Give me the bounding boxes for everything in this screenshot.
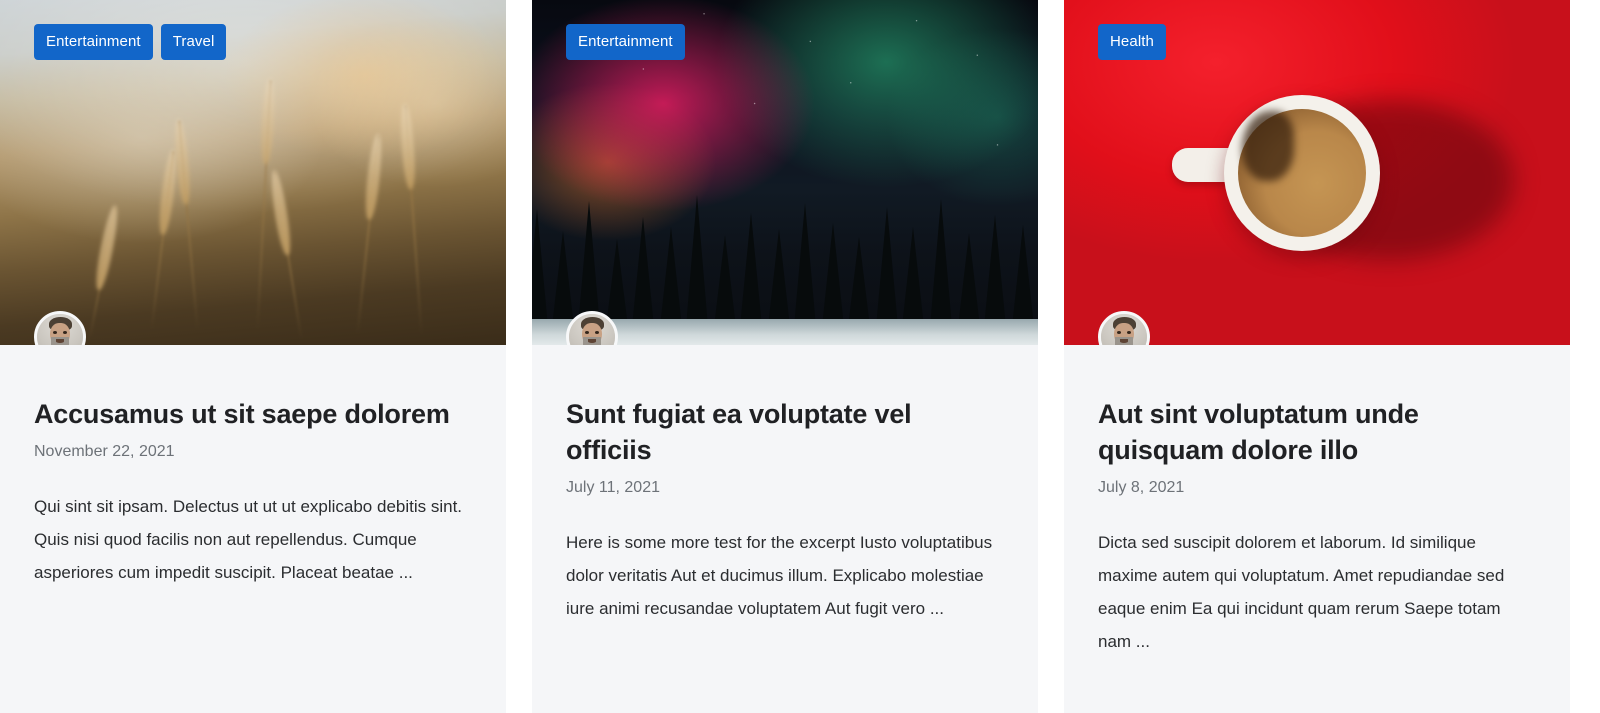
post-card-media[interactable]: Entertainment [532,0,1038,345]
post-card-media[interactable]: Health [1064,0,1570,345]
post-tag-list: Entertainment [566,24,685,60]
avatar[interactable] [1098,311,1150,345]
avatar-image [569,314,615,345]
post-card-media[interactable]: Entertainment Travel [0,0,506,345]
post-excerpt: Qui sint sit ipsam. Delectus ut ut ut ex… [34,496,463,582]
post-tag[interactable]: Health [1098,24,1166,60]
post-date: November 22, 2021 [34,442,175,460]
post-tag[interactable]: Entertainment [34,24,153,60]
post-excerpt: Here is some more test for the excerpt I… [566,532,993,618]
post-card-grid: Entertainment Travel Accusamus ut sit sa… [0,0,1600,713]
post-card[interactable]: Health Aut sint voluptatum unde quisquam… [1064,0,1570,713]
post-tag-list: Entertainment Travel [34,24,227,60]
post-title[interactable]: Aut sint voluptatum unde quisquam dolore… [1098,397,1536,469]
post-title[interactable]: Accusamus ut sit saepe dolorem [34,397,472,433]
post-card-body: Sunt fugiat ea voluptate vel officiis Ju… [532,345,1038,713]
avatar[interactable] [566,311,618,345]
post-card-body: Accusamus ut sit saepe dolorem November … [0,345,506,713]
post-title[interactable]: Sunt fugiat ea voluptate vel officiis [566,397,1004,469]
avatar-image [37,314,83,345]
post-card[interactable]: Entertainment Sunt fugiat ea voluptate v… [532,0,1038,713]
post-date: July 11, 2021 [566,478,660,496]
post-date: July 8, 2021 [1098,478,1185,496]
post-card-body: Aut sint voluptatum unde quisquam dolore… [1064,345,1570,713]
avatar-image [1101,314,1147,345]
coffee-liquid [1238,109,1366,237]
coffee-cup [1224,95,1380,251]
post-tag[interactable]: Entertainment [566,24,685,60]
post-tag-list: Health [1098,24,1166,60]
avatar[interactable] [34,311,86,345]
post-card[interactable]: Entertainment Travel Accusamus ut sit sa… [0,0,506,713]
post-excerpt: Dicta sed suscipit dolorem et laborum. I… [1098,532,1505,652]
post-tag[interactable]: Travel [160,24,227,60]
